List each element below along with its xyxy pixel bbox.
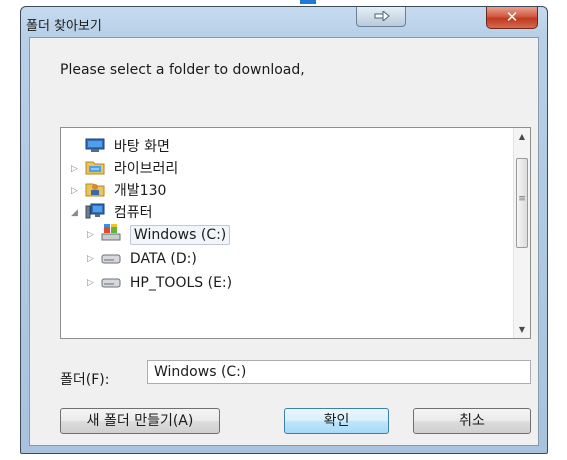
- help-arrow-icon: [374, 11, 390, 21]
- drive-icon: [101, 248, 121, 266]
- user-folder-icon: [85, 180, 105, 198]
- tree-item-label: 라이브러리: [113, 161, 179, 177]
- background-accent: [300, 0, 316, 4]
- tree-item-drive-d[interactable]: ▷ DATA (D:): [87, 248, 197, 270]
- dialog-body: Please select a folder to download, 바탕 화…: [29, 37, 539, 446]
- collapse-arrow-icon[interactable]: ◢: [71, 202, 81, 224]
- library-icon: [85, 158, 105, 176]
- prompt-text: Please select a folder to download,: [60, 62, 305, 78]
- tree-item-label: DATA (D:): [129, 251, 197, 267]
- scroll-up-icon[interactable]: ▲: [514, 128, 530, 145]
- system-drive-icon: [101, 224, 121, 242]
- tree-item-computer[interactable]: ◢ 컴퓨터: [71, 202, 153, 224]
- ok-button[interactable]: 확인: [284, 408, 389, 434]
- cancel-button[interactable]: 취소: [413, 408, 531, 434]
- drive-icon: [101, 272, 121, 290]
- tree-item-label: Windows (C:): [129, 225, 231, 245]
- close-icon: ✕: [505, 8, 519, 26]
- help-button[interactable]: [356, 7, 406, 27]
- scrollbar-grip-icon: ≡: [518, 194, 526, 204]
- folder-label: 폴더(F):: [60, 372, 110, 388]
- tree-item-user-folder[interactable]: ▷ 개발130: [71, 180, 166, 202]
- folder-path-input[interactable]: [147, 360, 531, 384]
- tree-item-label: 컴퓨터: [113, 205, 153, 221]
- tree-item-libraries[interactable]: ▷ 라이브러리: [71, 158, 178, 180]
- tree-item-label: HP_TOOLS (E:): [129, 275, 233, 291]
- computer-icon: [85, 202, 105, 220]
- scroll-down-icon[interactable]: ▼: [514, 321, 530, 338]
- window-title: 폴더 찾아보기: [26, 19, 102, 34]
- tree-scrollbar[interactable]: ▲ ≡ ▼: [513, 128, 530, 338]
- tree-item-label: 개발130: [113, 183, 167, 199]
- folder-browse-dialog: 폴더 찾아보기 ✕ Please select a folder to down…: [20, 6, 548, 454]
- close-button[interactable]: ✕: [486, 7, 538, 29]
- folder-tree[interactable]: 바탕 화면 ▷ 라이브러리 ▷ 개발130 ◢ 컴퓨터 ▷ Windows (C…: [60, 127, 531, 339]
- expand-arrow-icon[interactable]: ▷: [87, 272, 97, 294]
- tree-item-label: 바탕 화면: [113, 139, 170, 155]
- desktop-icon: [85, 136, 105, 154]
- scrollbar-thumb[interactable]: ≡: [516, 158, 528, 248]
- tree-item-desktop[interactable]: 바탕 화면: [71, 136, 170, 158]
- expand-arrow-icon[interactable]: ▷: [87, 224, 97, 246]
- expand-arrow-icon[interactable]: ▷: [71, 180, 81, 202]
- expand-arrow-icon[interactable]: ▷: [71, 158, 81, 180]
- tree-item-drive-e[interactable]: ▷ HP_TOOLS (E:): [87, 272, 232, 294]
- tree-item-drive-c[interactable]: ▷ Windows (C:): [87, 224, 231, 246]
- new-folder-button[interactable]: 새 폴더 만들기(A): [60, 408, 220, 434]
- expand-arrow-icon[interactable]: ▷: [87, 248, 97, 270]
